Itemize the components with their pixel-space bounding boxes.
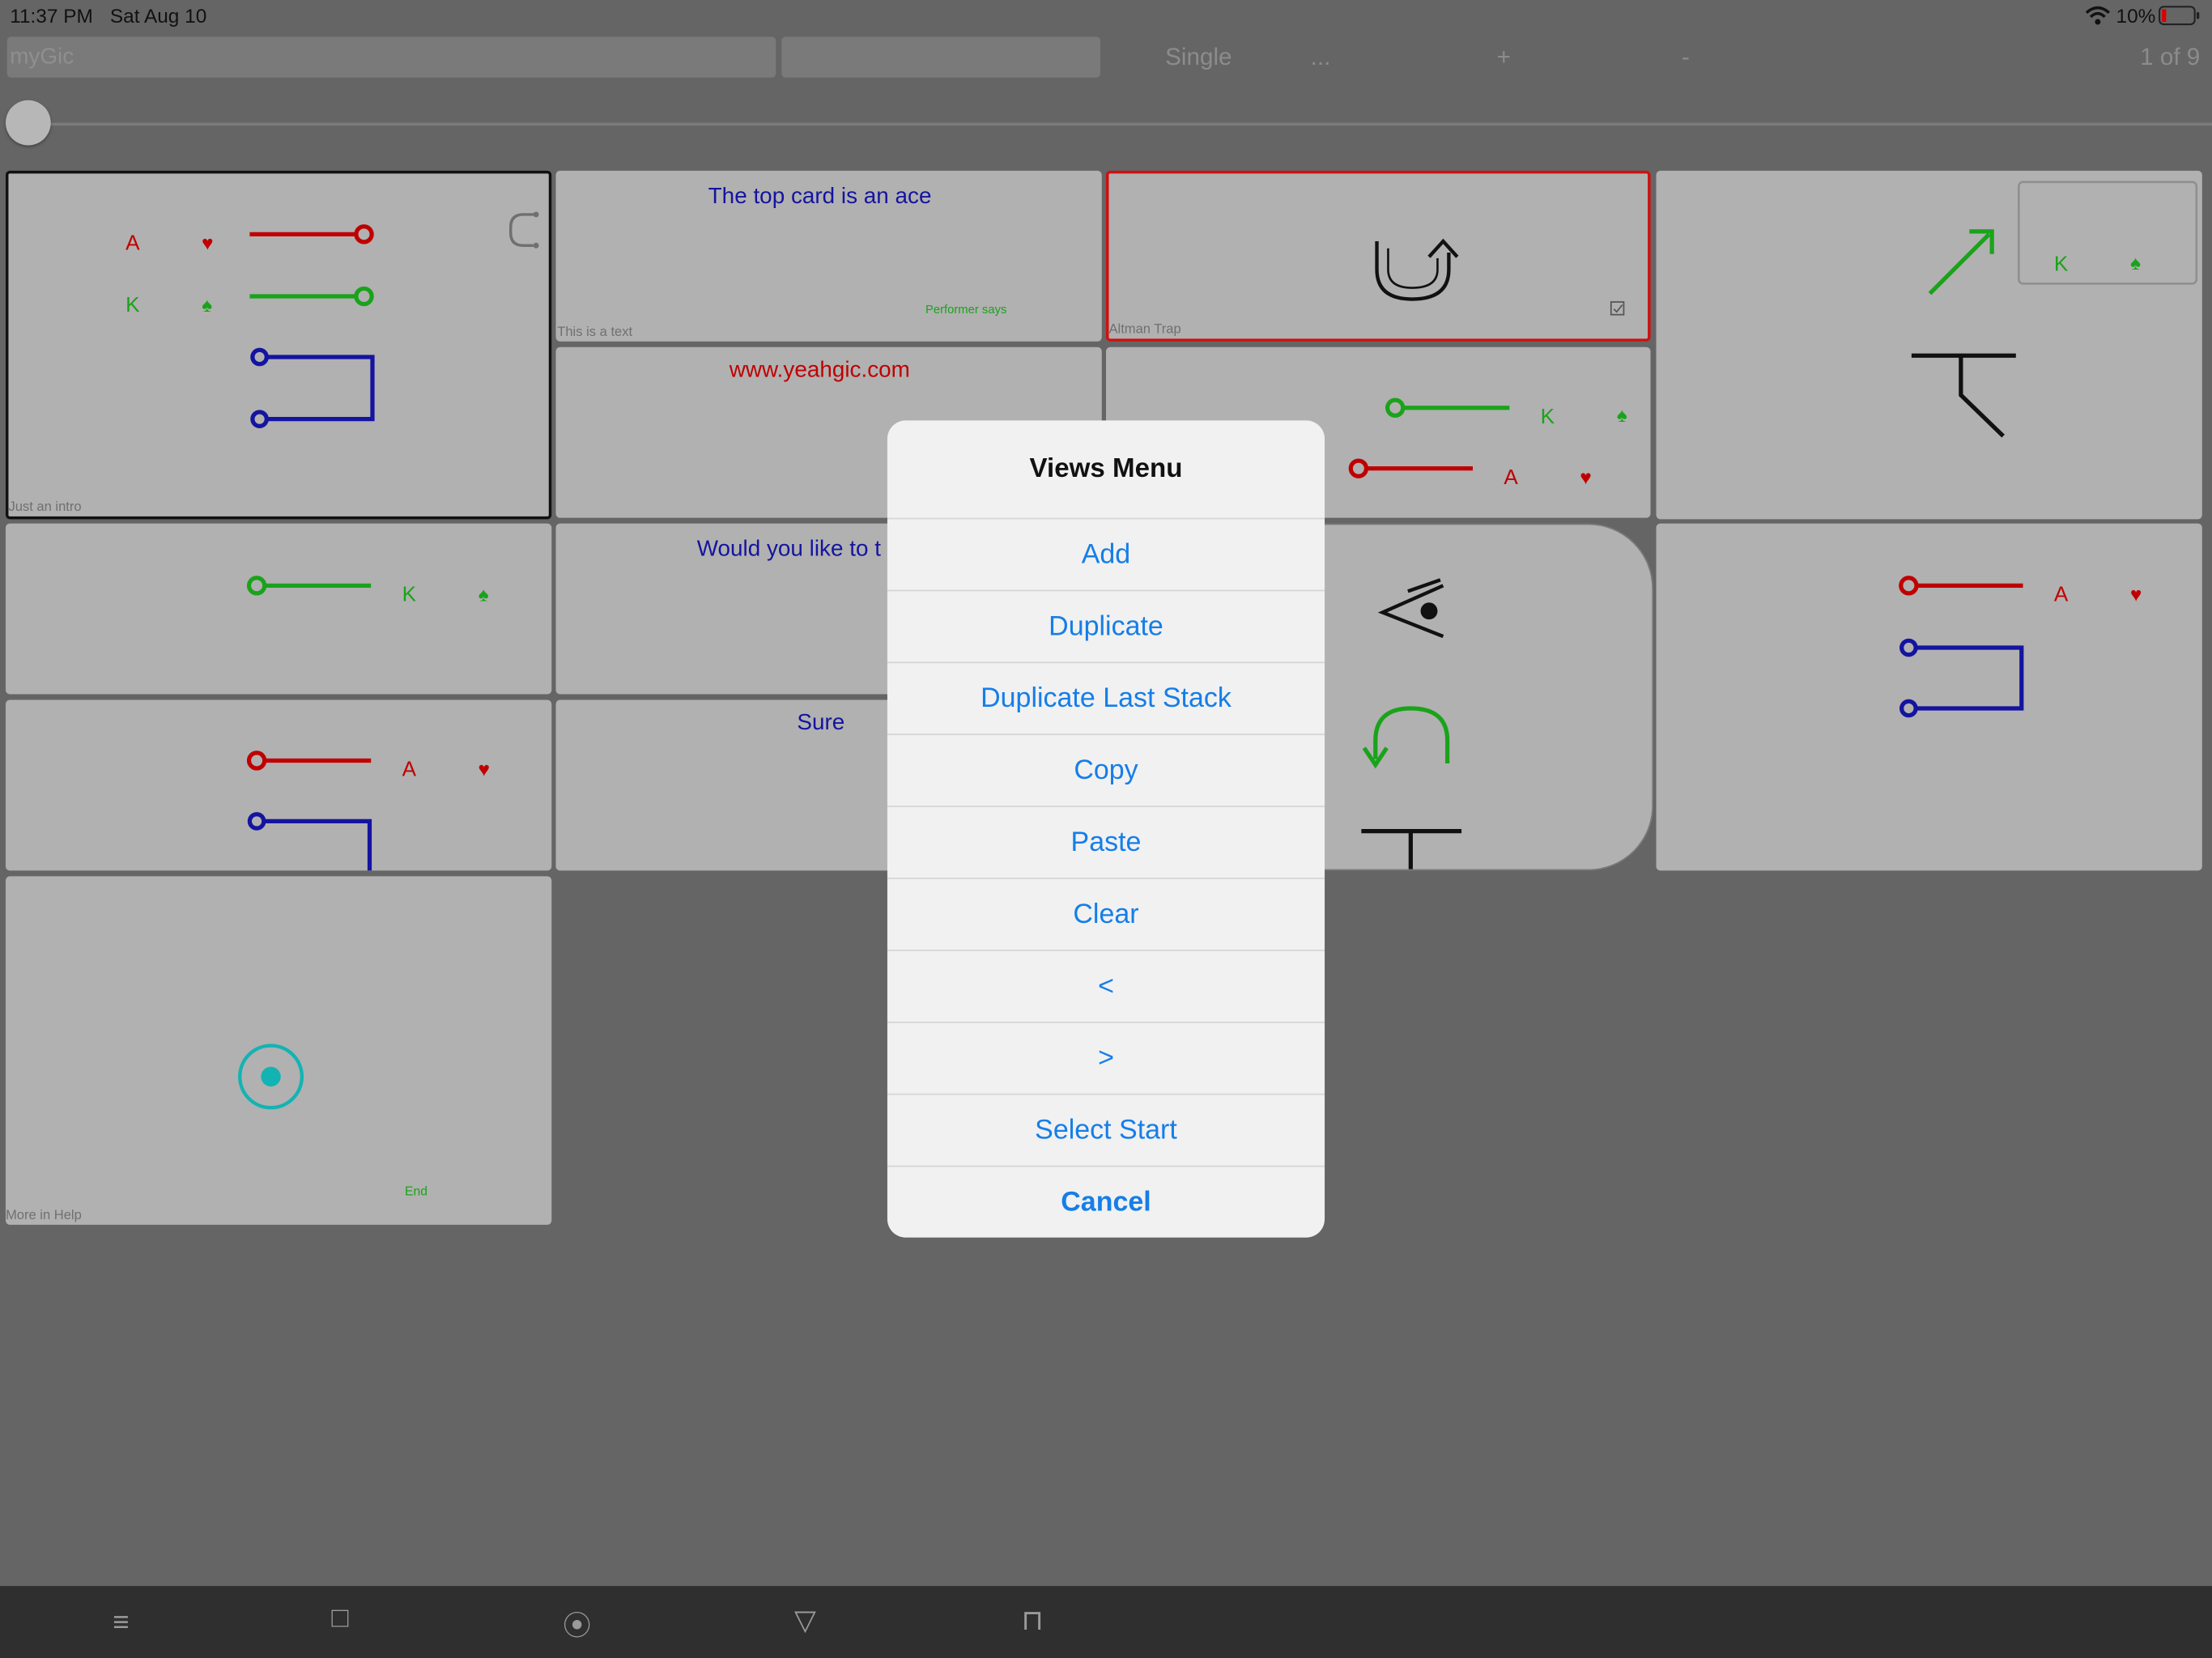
spade-icon: ♠ — [202, 293, 213, 317]
bracket-icon[interactable]: ⊓ — [1021, 1603, 1043, 1639]
card-title: Would you like to t — [696, 538, 881, 562]
menu-next[interactable]: > — [887, 1021, 1325, 1094]
menu-paste[interactable]: Paste — [887, 806, 1325, 878]
card-end[interactable]: End More in Help — [5, 876, 552, 1225]
card-rank-a: A — [125, 231, 140, 256]
k-diagram — [246, 576, 372, 596]
menu-duplicate-last-stack[interactable]: Duplicate Last Stack — [887, 661, 1325, 733]
card-caption: Altman Trap — [1108, 321, 1181, 338]
heart-icon: ♥ — [202, 231, 214, 254]
mode-single-button[interactable]: Single — [1165, 44, 1231, 72]
menu-previous[interactable]: < — [887, 950, 1325, 1022]
slider-track[interactable] — [28, 122, 2212, 126]
menu-add[interactable]: Add — [887, 517, 1325, 590]
card-rank-a: A — [1504, 466, 1518, 490]
card-caption: More in Help — [5, 1207, 82, 1224]
spade-icon: ♠ — [2129, 251, 2141, 274]
square-icon[interactable]: □ — [331, 1603, 348, 1635]
menu-duplicate[interactable]: Duplicate — [887, 589, 1325, 662]
menu-copy[interactable]: Copy — [887, 733, 1325, 806]
battery-icon — [2159, 6, 2201, 26]
wifi-icon — [2085, 6, 2110, 25]
u-turn-arrow-icon — [1375, 238, 1625, 316]
heart-icon: ♥ — [1580, 466, 1592, 489]
menu-clear[interactable]: Clear — [887, 878, 1325, 950]
triangle-down-icon[interactable]: ▽ — [794, 1603, 816, 1639]
card-title: Sure — [797, 711, 845, 736]
dialog-title: Views Menu — [1029, 454, 1183, 484]
card-rank-k: K — [125, 293, 140, 318]
status-date: Sat Aug 10 — [109, 4, 207, 28]
card-rank-a: A — [402, 757, 417, 782]
card-caption: Just an intro — [8, 500, 82, 516]
card-right-mid[interactable]: A ♥ — [1656, 523, 2202, 871]
heart-icon: ♥ — [478, 757, 491, 780]
intro-diagram — [249, 211, 539, 428]
views-menu-dialog: Views Menu Add Duplicate Duplicate Last … — [887, 420, 1325, 1238]
record-icon[interactable]: ⦿ — [563, 1603, 591, 1644]
battery-percent: 10% — [2116, 4, 2156, 28]
remove-stack-button[interactable]: - — [1682, 44, 1690, 72]
card-right-top[interactable]: K ♠ — [1656, 170, 2202, 520]
target-icon — [238, 1044, 304, 1110]
menu-icon[interactable]: ≡ — [113, 1607, 129, 1639]
arrow-diagram — [1911, 181, 2198, 438]
card-subtitle: Performer says — [925, 301, 1007, 317]
card-rank-a: A — [2053, 582, 2069, 607]
menu-select-start[interactable]: Select Start — [887, 1093, 1325, 1166]
card-label: End — [405, 1184, 428, 1198]
slider-thumb[interactable] — [5, 100, 51, 146]
card-url-link[interactable]: www.yeahgic.com — [730, 359, 910, 384]
a-diagram — [246, 750, 372, 871]
card-title: The top card is an ace — [708, 185, 932, 209]
app-screen: 11:37 PM Sat Aug 10 10% myGic Single ...… — [0, 0, 2212, 1658]
bottom-toolbar: ≡ □ ⦿ ▽ ⊓ — [0, 1586, 2212, 1658]
cancel-button[interactable]: Cancel — [887, 1165, 1325, 1238]
card-rank-k: K — [1540, 405, 1555, 429]
add-stack-button[interactable]: + — [1497, 44, 1511, 72]
secondary-input[interactable] — [781, 36, 1101, 78]
card-intro[interactable]: A ♥ K ♠ Just an intro — [5, 170, 552, 520]
card-rank-k: K — [2053, 252, 2069, 277]
heart-icon: ♥ — [2129, 582, 2142, 606]
page-counter: 1 of 9 — [2140, 44, 2201, 71]
spade-icon: ♠ — [478, 582, 489, 606]
more-button[interactable]: ... — [1311, 44, 1331, 72]
spade-icon: ♠ — [1616, 403, 1627, 427]
stack-name-input[interactable]: myGic — [6, 36, 776, 78]
card-altman-trap[interactable]: Altman Trap — [1106, 170, 1651, 342]
card-rank-k: K — [402, 582, 417, 607]
status-time: 11:37 PM — [10, 4, 93, 28]
a-diagram — [1899, 576, 2024, 718]
card-left-k[interactable]: K ♠ — [5, 523, 552, 695]
card-caption: This is a text — [557, 324, 633, 341]
card-text[interactable]: The top card is an ace Performer says Th… — [555, 170, 1102, 342]
card-left-a[interactable]: A ♥ — [5, 699, 552, 871]
